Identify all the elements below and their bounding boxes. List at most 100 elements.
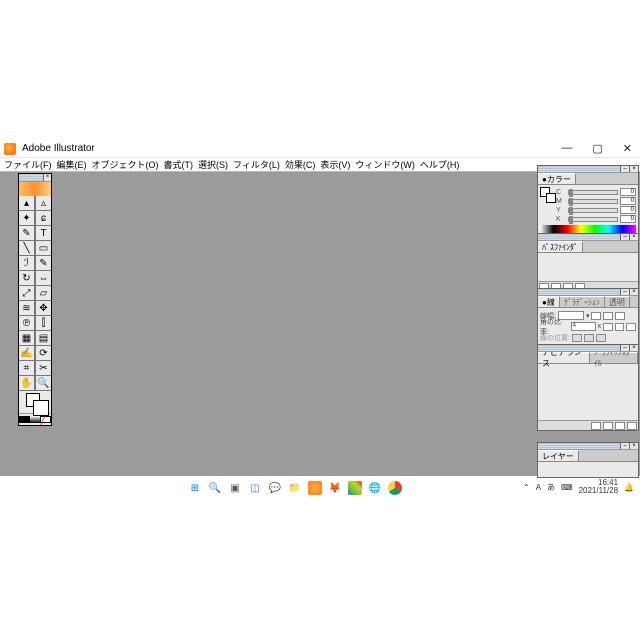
panel-color-close-icon[interactable]: × <box>629 166 638 172</box>
tool-reflect[interactable]: ⇔ <box>35 271 51 286</box>
edge-icon[interactable]: 🌐 <box>368 481 382 495</box>
tool-hand[interactable]: ✋ <box>19 376 35 391</box>
join-miter-icon[interactable] <box>603 323 613 331</box>
menu-effect[interactable]: 効果(C) <box>285 158 316 171</box>
tab-graphic-styles[interactable]: ｸﾞﾗﾌｨｯｸｽﾀｲﾙ <box>590 352 638 363</box>
tab-pathfinder[interactable]: ﾊﾟｽﾌｧｲﾝﾀﾞ <box>538 241 583 252</box>
slider-m[interactable]: M0 <box>556 197 636 205</box>
menu-view[interactable]: 表示(V) <box>320 158 350 171</box>
tool-direct-select[interactable]: ▵ <box>35 196 51 211</box>
tray-clock[interactable]: 16:41 2021/11/28 <box>579 479 618 495</box>
task-view-icon[interactable]: ▣ <box>228 481 242 495</box>
tool-pen[interactable]: ✎ <box>19 226 35 241</box>
panel-stroke-collapse-icon[interactable]: – <box>620 289 629 295</box>
stroke-miter-field[interactable]: 4 <box>571 322 596 331</box>
mode-none-icon[interactable]: ╱ <box>40 414 51 425</box>
panel-color[interactable]: –× ●カラー C0 M0 Y0 K0 <box>537 165 639 236</box>
panel-pathfinder-grip[interactable]: –× <box>538 234 638 241</box>
panel-layers[interactable]: –× レイヤー <box>537 442 639 478</box>
panel-pathfinder-close-icon[interactable]: × <box>629 234 638 240</box>
tool-gradient[interactable]: ▤ <box>35 331 51 346</box>
tool-slice[interactable]: ⌗ <box>19 361 35 376</box>
firefox-icon[interactable]: 🦊 <box>328 481 342 495</box>
tool-blend[interactable]: ⟳ <box>35 346 51 361</box>
mode-color-icon[interactable] <box>19 414 30 425</box>
illustrator-icon[interactable] <box>308 481 322 495</box>
tab-layers[interactable]: レイヤー <box>538 450 579 461</box>
chat-icon[interactable]: 💬 <box>268 481 282 495</box>
tool-symbol-sprayer[interactable]: ℗ <box>19 316 35 331</box>
tool-line[interactable]: ╲ <box>19 241 35 256</box>
tool-warp[interactable]: ≋ <box>19 301 35 316</box>
tool-eyedropper[interactable]: ✍ <box>19 346 35 361</box>
tray-overflow-icon[interactable]: ⌃ <box>523 483 530 492</box>
slider-k[interactable]: K0 <box>556 215 636 223</box>
tool-paintbrush[interactable]: ℐ <box>19 256 35 271</box>
tool-rectangle[interactable]: ▭ <box>35 241 51 256</box>
close-button[interactable]: ✕ <box>623 142 632 155</box>
menu-select[interactable]: 選択(S) <box>198 158 228 171</box>
panel-appearance[interactable]: –× アピアランス ｸﾞﾗﾌｨｯｸｽﾀｲﾙ <box>537 344 639 431</box>
tool-free-transform[interactable]: ✥ <box>35 301 51 316</box>
tool-zoom[interactable]: 🔍 <box>35 376 51 391</box>
panel-pathfinder-collapse-icon[interactable]: – <box>620 234 629 240</box>
join-bevel-icon[interactable] <box>626 323 636 331</box>
tool-rotate[interactable]: ↻ <box>19 271 35 286</box>
menu-type[interactable]: 書式(T) <box>164 158 194 171</box>
tool-fill-stroke[interactable] <box>19 391 51 413</box>
tab-stroke[interactable]: ●線 <box>538 296 560 307</box>
appearance-delete-icon[interactable] <box>627 422 637 430</box>
widgets-icon[interactable]: ◫ <box>248 481 262 495</box>
chrome-icon[interactable] <box>388 481 402 495</box>
panel-layers-grip[interactable]: –× <box>538 443 638 450</box>
tools-grip[interactable]: × <box>19 174 51 182</box>
tab-transparency[interactable]: 透明 <box>605 296 630 307</box>
panel-color-collapse-icon[interactable]: – <box>620 166 629 172</box>
tool-scale[interactable]: ⤢ <box>19 286 35 301</box>
explorer-icon[interactable]: 📁 <box>288 481 302 495</box>
panel-appearance-grip[interactable]: –× <box>538 345 638 352</box>
search-icon[interactable]: 🔍 <box>208 481 222 495</box>
maximize-button[interactable]: ▢ <box>592 142 602 155</box>
slider-y[interactable]: Y0 <box>556 206 636 214</box>
panel-layers-close-icon[interactable]: × <box>629 443 638 449</box>
panel-stroke-close-icon[interactable]: × <box>629 289 638 295</box>
tray-ime[interactable]: あ <box>547 482 555 493</box>
start-icon[interactable]: ⊞ <box>188 481 202 495</box>
tray-lang[interactable]: A <box>536 483 541 492</box>
panel-layers-collapse-icon[interactable]: – <box>620 443 629 449</box>
spectrum-bar[interactable] <box>540 225 636 233</box>
tray-notify-icon[interactable]: 🔔 <box>624 483 634 492</box>
tool-type[interactable]: T <box>35 226 51 241</box>
tool-shear[interactable]: ▱ <box>35 286 51 301</box>
menu-file[interactable]: ファイル(F) <box>4 158 52 171</box>
panel-stroke-grip[interactable]: –× <box>538 289 638 296</box>
chevron-down-icon[interactable]: ▾ <box>586 312 590 320</box>
appearance-clear-icon[interactable] <box>615 422 625 430</box>
tools-close-icon[interactable]: × <box>43 174 51 181</box>
menu-filter[interactable]: フィルタ(L) <box>233 158 280 171</box>
panel-color-grip[interactable]: –× <box>538 166 638 173</box>
tool-selection[interactable]: ▴ <box>19 196 35 211</box>
panel-appearance-collapse-icon[interactable]: – <box>620 345 629 351</box>
tools-palette[interactable]: × ▴▵ ✦ɕ ✎T ╲▭ ℐ✎ ↻⇔ ⤢▱ ≋✥ ℗⫿ ▦▤ ✍⟳ ⌗✂ ✋🔍… <box>18 173 52 426</box>
menu-object[interactable]: オブジェクト(O) <box>92 158 159 171</box>
cap-round-icon[interactable] <box>603 312 613 320</box>
minimize-button[interactable]: — <box>561 142 572 155</box>
cap-square-icon[interactable] <box>615 312 625 320</box>
appearance-new-icon[interactable] <box>591 422 601 430</box>
join-round-icon[interactable] <box>615 323 625 331</box>
tool-pencil[interactable]: ✎ <box>35 256 51 271</box>
tool-mesh[interactable]: ▦ <box>19 331 35 346</box>
panel-appearance-close-icon[interactable]: × <box>629 345 638 351</box>
appearance-dup-icon[interactable] <box>603 422 613 430</box>
photos-icon[interactable] <box>348 481 362 495</box>
cap-butt-icon[interactable] <box>591 312 601 320</box>
tool-magic-wand[interactable]: ✦ <box>19 211 35 226</box>
tab-color[interactable]: ●カラー <box>538 173 576 184</box>
menu-edit[interactable]: 編集(E) <box>57 158 87 171</box>
slider-c[interactable]: C0 <box>556 188 636 196</box>
tool-graph[interactable]: ⫿ <box>35 316 51 331</box>
tab-appearance[interactable]: アピアランス <box>538 352 590 363</box>
panel-pathfinder[interactable]: –× ﾊﾟｽﾌｧｲﾝﾀﾞ <box>537 233 639 292</box>
